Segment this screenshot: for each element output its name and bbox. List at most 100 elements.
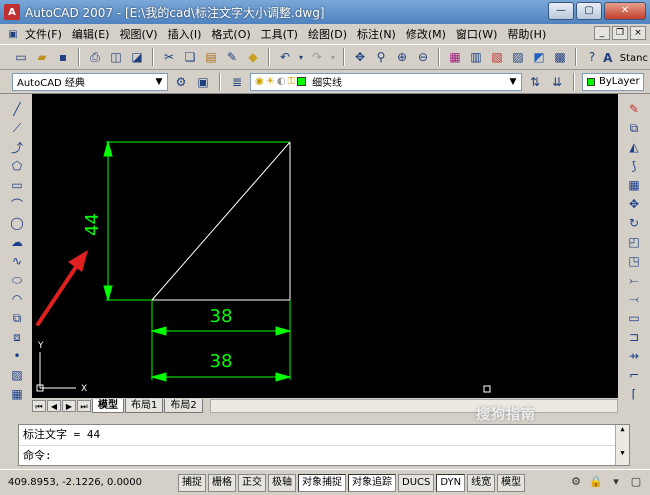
- polygon-icon[interactable]: ⬠: [8, 157, 26, 175]
- zoom-window-icon[interactable]: ⊕: [393, 48, 411, 66]
- zoom-realtime-icon[interactable]: ⚲: [372, 48, 390, 66]
- horizontal-scrollbar[interactable]: [209, 399, 618, 413]
- polyline-icon[interactable]: ⤴: [8, 138, 26, 156]
- make-block-icon[interactable]: ⧈: [8, 328, 26, 346]
- coordinate-readout[interactable]: 409.8953, -2.1226, 0.0000: [8, 477, 178, 488]
- offset-icon[interactable]: ⟆: [625, 157, 643, 175]
- menu-window[interactable]: 窗口(W): [451, 26, 502, 42]
- horizontal-dimension-2[interactable]: [150, 372, 292, 382]
- sun-icon[interactable]: ☀: [266, 76, 275, 87]
- redo-dropdown-icon[interactable]: ▾: [329, 48, 337, 66]
- match-properties-icon[interactable]: ✎: [223, 48, 241, 66]
- save-icon[interactable]: ▪: [54, 48, 72, 66]
- properties-icon[interactable]: ▦: [446, 48, 464, 66]
- fillet-icon[interactable]: ⌈: [625, 385, 643, 403]
- otrack-toggle[interactable]: 对象追踪: [348, 473, 396, 492]
- new-file-icon[interactable]: ▭: [12, 48, 30, 66]
- block-editor-icon[interactable]: ◆: [244, 48, 262, 66]
- menu-edit[interactable]: 编辑(E): [67, 26, 115, 42]
- extend-icon[interactable]: ⤙: [625, 290, 643, 308]
- layer-manager-icon[interactable]: ≣: [228, 73, 246, 91]
- doc-restore-button[interactable]: ❐: [612, 26, 628, 40]
- undo-icon[interactable]: ↶: [276, 48, 294, 66]
- erase-icon[interactable]: ✎: [625, 100, 643, 118]
- tab-layout2[interactable]: 布局2: [164, 399, 203, 413]
- rotate-icon[interactable]: ↻: [625, 214, 643, 232]
- menu-dimension[interactable]: 标注(N): [352, 26, 401, 42]
- lock-icon[interactable]: 🔒: [588, 474, 604, 490]
- freeze-icon[interactable]: ◐: [277, 76, 286, 87]
- command-prompt[interactable]: 命令:: [19, 445, 629, 465]
- revision-cloud-icon[interactable]: ☁: [8, 233, 26, 251]
- print-preview-icon[interactable]: ◫: [107, 48, 125, 66]
- snap-toggle[interactable]: 捕捉: [178, 473, 206, 492]
- menu-help[interactable]: 帮助(H): [502, 26, 551, 42]
- copy-icon[interactable]: ❏: [181, 48, 199, 66]
- lineweight-toggle[interactable]: 线宽: [467, 473, 496, 492]
- ellipse-icon[interactable]: ⬭: [8, 271, 26, 289]
- grip-square[interactable]: [483, 385, 491, 393]
- scale-icon[interactable]: ◰: [625, 233, 643, 251]
- arc-icon[interactable]: ⌒: [8, 195, 26, 213]
- zoom-previous-icon[interactable]: ⊖: [414, 48, 432, 66]
- next-tab-icon[interactable]: ▶: [62, 400, 76, 412]
- ellipse-arc-icon[interactable]: ◠: [8, 290, 26, 308]
- model-toggle[interactable]: 模型: [497, 473, 526, 492]
- lock-icon[interactable]: ⚿: [287, 76, 295, 87]
- layer-combo[interactable]: ◉ ☀ ◐ ⚿ 细实线 ▼: [250, 72, 522, 91]
- sheet-set-icon[interactable]: ▨: [509, 48, 527, 66]
- doc-close-button[interactable]: ×: [630, 26, 646, 40]
- diagonal-edge[interactable]: [151, 141, 291, 301]
- save-workspace-icon[interactable]: ▣: [194, 73, 212, 91]
- dim-text-vertical[interactable]: 44: [82, 213, 103, 236]
- make-current-layer-icon[interactable]: ⇅: [526, 73, 544, 91]
- ortho-toggle[interactable]: 正交: [238, 473, 266, 492]
- tab-layout1[interactable]: 布局1: [125, 399, 164, 413]
- publish-icon[interactable]: ◪: [128, 48, 146, 66]
- gradient-icon[interactable]: ▦: [8, 385, 26, 403]
- hatch-icon[interactable]: ▨: [8, 366, 26, 384]
- cut-icon[interactable]: ✂: [160, 48, 178, 66]
- dim-text-horizontal-2[interactable]: 38: [210, 351, 233, 372]
- menu-insert[interactable]: 插入(I): [163, 26, 207, 42]
- array-icon[interactable]: ▦: [625, 176, 643, 194]
- drawing-canvas[interactable]: 44 38 38 Y X: [32, 94, 618, 398]
- close-button[interactable]: ✕: [604, 2, 646, 20]
- text-style-icon[interactable]: A: [599, 49, 617, 67]
- workspace-combo[interactable]: AutoCAD 经典 ▼: [12, 72, 168, 91]
- tab-model[interactable]: 模型: [92, 399, 124, 413]
- mirror-icon[interactable]: ◭: [625, 138, 643, 156]
- osnap-toggle[interactable]: 对象捕捉: [298, 473, 346, 492]
- insert-block-icon[interactable]: ⧉: [8, 309, 26, 327]
- design-center-icon[interactable]: ▥: [467, 48, 485, 66]
- spline-icon[interactable]: ∿: [8, 252, 26, 270]
- break-icon[interactable]: ⊐: [625, 328, 643, 346]
- redo-icon[interactable]: ↷: [308, 48, 326, 66]
- print-icon[interactable]: ⎙: [86, 48, 104, 66]
- circle-icon[interactable]: ◯: [8, 214, 26, 232]
- autocad-app-icon[interactable]: A: [4, 4, 20, 20]
- vertical-dimension[interactable]: [103, 140, 290, 302]
- move-icon[interactable]: ✥: [625, 195, 643, 213]
- ducs-toggle[interactable]: DUCS: [398, 473, 435, 492]
- color-combo[interactable]: ByLayer: [582, 72, 644, 91]
- workspace-settings-icon[interactable]: ⚙: [172, 73, 190, 91]
- command-scrollbar[interactable]: ▲ ▼: [615, 425, 629, 465]
- maximize-button[interactable]: ▢: [576, 2, 602, 20]
- paste-icon[interactable]: ▤: [202, 48, 220, 66]
- minimize-button[interactable]: —: [548, 2, 574, 20]
- undo-dropdown-icon[interactable]: ▾: [297, 48, 305, 66]
- command-window[interactable]: 标注文字 = 44 命令: ▲ ▼: [18, 424, 630, 466]
- markup-icon[interactable]: ◩: [530, 48, 548, 66]
- trim-icon[interactable]: ⤚: [625, 271, 643, 289]
- menu-view[interactable]: 视图(V): [114, 26, 162, 42]
- chevron-down-icon[interactable]: ▼: [507, 75, 519, 89]
- last-tab-icon[interactable]: ⏭: [77, 400, 91, 412]
- calculator-icon[interactable]: ▩: [551, 48, 569, 66]
- polar-toggle[interactable]: 极轴: [268, 473, 296, 492]
- construction-line-icon[interactable]: ⟋: [8, 119, 26, 137]
- stretch-icon[interactable]: ◳: [625, 252, 643, 270]
- layer-previous-icon[interactable]: ⇊: [548, 73, 566, 91]
- menu-tools[interactable]: 工具(T): [256, 26, 303, 42]
- break-at-point-icon[interactable]: ▭: [625, 309, 643, 327]
